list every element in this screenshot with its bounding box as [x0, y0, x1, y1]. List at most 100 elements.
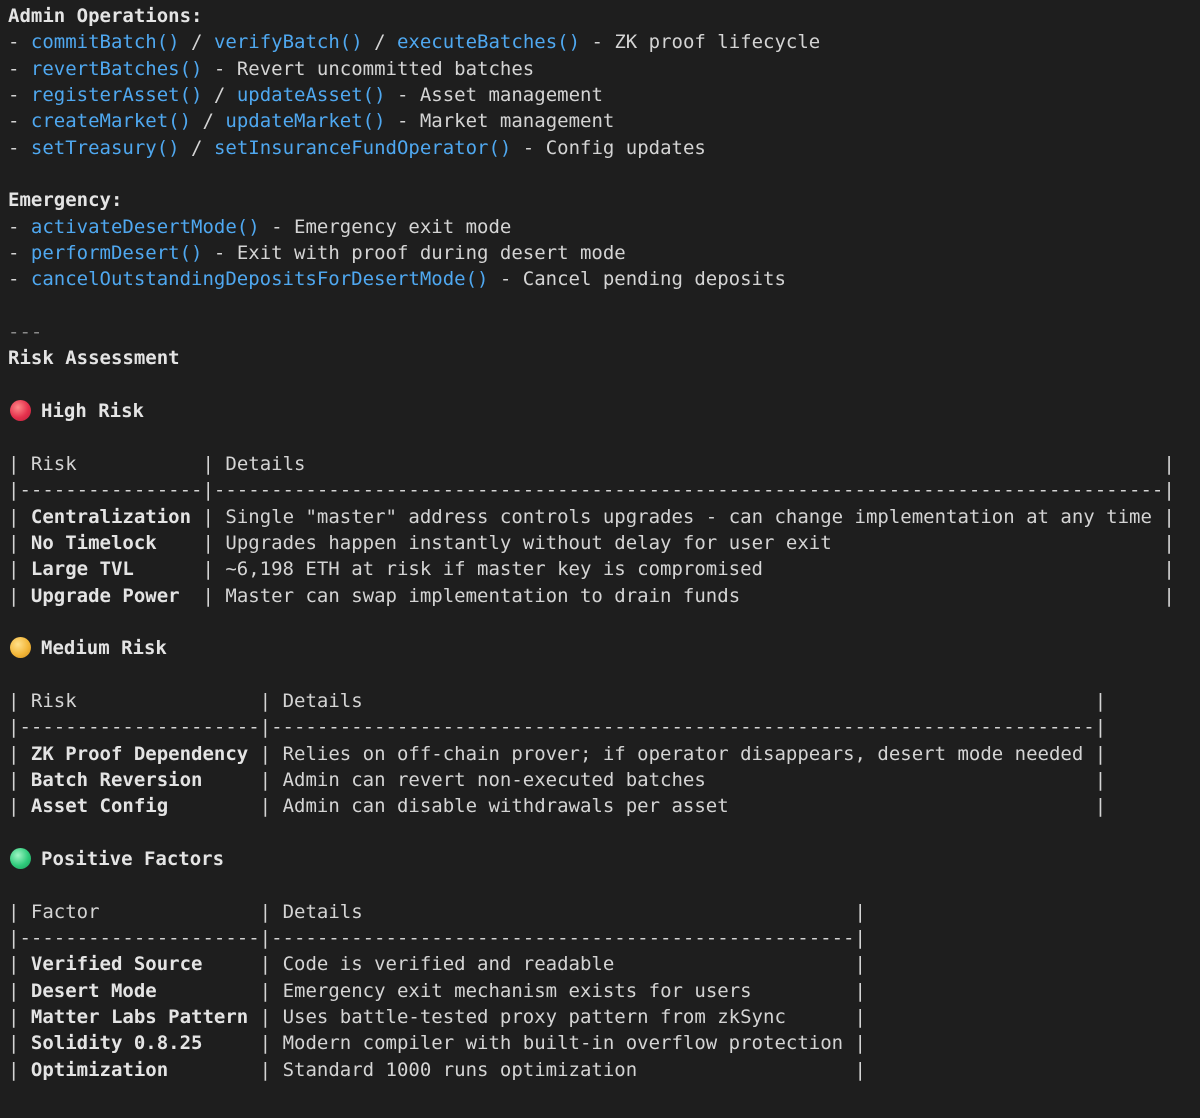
function-name: setInsuranceFundOperator() — [213, 136, 512, 159]
function-description: Market management — [419, 110, 615, 133]
admin-item: - commitBatch() / verifyBatch() / execut… — [8, 31, 821, 54]
table-row: | Large TVL | ~6,198 ETH at risk if mast… — [8, 558, 1175, 581]
emergency-item: - cancelOutstandingDepositsForDesertMode… — [8, 268, 786, 291]
function-description: Exit with proof during desert mode — [236, 242, 626, 265]
section-heading-emergency: Emergency: — [8, 187, 1200, 213]
table-cell-detail: Code is verified and readable — [282, 953, 615, 976]
table-cell-label: Centralization — [30, 505, 192, 528]
function-name: executeBatches() — [396, 31, 581, 54]
table-divider-row: |---------------------|-----------------… — [8, 716, 1107, 739]
table-cell-label: No Timelock — [30, 531, 157, 554]
table-cell-detail: Uses battle-tested proxy pattern from zk… — [282, 1006, 786, 1029]
function-name: performDesert() — [30, 242, 203, 265]
green-circle-icon — [10, 848, 31, 869]
risk-section-title: Medium Risk — [41, 637, 167, 660]
table-cell-label: Asset Config — [30, 795, 169, 818]
admin-item: - registerAsset() / updateAsset() - Asse… — [8, 84, 603, 107]
table-cell-detail: Modern compiler with built-in overflow p… — [282, 1032, 844, 1055]
table-cell-label: Upgrade Power — [30, 584, 180, 607]
red-circle-icon — [10, 400, 31, 422]
table-row: | Solidity 0.8.25 | Modern compiler with… — [8, 1032, 866, 1055]
separator: --- — [8, 319, 1200, 345]
table-cell-label: Matter Labs Pattern — [30, 1006, 249, 1029]
table-row: | Centralization | Single "master" addre… — [8, 505, 1175, 528]
table-row: | Desert Mode | Emergency exit mechanism… — [8, 979, 866, 1002]
table-header-row: | Factor | Details | — [8, 900, 866, 923]
table-cell-label: Optimization — [30, 1058, 169, 1081]
table-divider-row: |----------------|----------------------… — [8, 479, 1175, 502]
function-name: setTreasury() — [30, 136, 180, 159]
table-header-cell: Risk — [30, 689, 77, 712]
function-description: Cancel pending deposits — [522, 268, 786, 291]
function-name: activateDesertMode() — [30, 215, 260, 238]
table-cell-label: Solidity 0.8.25 — [30, 1032, 203, 1055]
function-description: Config updates — [545, 136, 706, 159]
function-name: createMarket() — [30, 110, 192, 133]
separator-rule: --- — [8, 321, 43, 344]
table-row: | Upgrade Power | Master can swap implem… — [8, 584, 1175, 607]
function-description: Emergency exit mode — [294, 215, 512, 238]
table-cell-detail: Admin can disable withdrawals per asset — [282, 795, 729, 818]
table-header-cell: Risk — [30, 452, 77, 475]
table-header-row: | Risk | Details | — [8, 452, 1175, 475]
risk-section-heading: Medium Risk — [8, 635, 1200, 661]
function-name: updateAsset() — [236, 84, 386, 107]
table-cell-label: Large TVL — [30, 558, 134, 581]
risk-section-title: Positive Factors — [41, 848, 225, 870]
table-row: | No Timelock | Upgrades happen instantl… — [8, 531, 1175, 554]
admin-item: - setTreasury() / setInsuranceFundOperat… — [8, 136, 706, 159]
function-description: ZK proof lifecycle — [614, 31, 821, 54]
risk-section-heading: High Risk — [8, 398, 1200, 424]
risk-assessment-heading: Risk Assessment — [8, 347, 180, 370]
emergency-item: - performDesert() - Exit with proof duri… — [8, 242, 626, 265]
risk-section-heading: Positive Factors — [8, 846, 1200, 872]
table-cell-detail: Emergency exit mechanism exists for user… — [282, 979, 752, 1002]
emergency-heading: Emergency: — [8, 189, 123, 212]
table-cell-label: Desert Mode — [30, 979, 157, 1002]
admin-item: - revertBatches() - Revert uncommitted b… — [8, 57, 535, 80]
table-cell-detail: Admin can revert non-executed batches — [282, 768, 706, 791]
table-row: | Verified Source | Code is verified and… — [8, 953, 866, 976]
table-header-cell: Details — [282, 689, 363, 712]
table-row: | Asset Config | Admin can disable withd… — [8, 795, 1107, 818]
risk-section-title: High Risk — [41, 400, 144, 423]
table-row: | ZK Proof Dependency | Relies on off-ch… — [8, 742, 1107, 765]
function-name: revertBatches() — [30, 57, 203, 80]
function-name: cancelOutstandingDepositsForDesertMode() — [30, 268, 489, 291]
admin-heading: Admin Operations: — [8, 5, 203, 27]
function-description: Asset management — [419, 84, 603, 107]
yellow-circle-icon — [10, 637, 31, 659]
table-header-cell: Details — [225, 452, 306, 475]
table-cell-detail: Standard 1000 runs optimization — [282, 1058, 638, 1081]
table-row: | Optimization | Standard 1000 runs opti… — [8, 1058, 866, 1081]
table-cell-detail: ~6,198 ETH at risk if master key is comp… — [225, 558, 763, 581]
section-heading-admin: Admin Operations: — [8, 3, 1200, 29]
risk-heading-line: Risk Assessment — [8, 345, 1200, 371]
table-cell-detail: Upgrades happen instantly without delay … — [225, 531, 832, 554]
table-cell-label: Batch Reversion — [30, 768, 203, 791]
function-description: Revert uncommitted batches — [236, 57, 535, 80]
table-header-cell: Details — [282, 900, 363, 923]
table-header-row: | Risk | Details | — [8, 689, 1107, 712]
terminal-output: Admin Operations: - commitBatch() / verif… — [8, 3, 1200, 1083]
table-divider-row: |---------------------|-----------------… — [8, 927, 866, 950]
function-name: verifyBatch() — [213, 31, 363, 54]
emergency-item: - activateDesertMode() - Emergency exit … — [8, 215, 512, 238]
table-row: | Matter Labs Pattern | Uses battle-test… — [8, 1006, 866, 1029]
function-name: commitBatch() — [30, 31, 180, 54]
table-header-cell: Factor — [30, 900, 100, 923]
table-cell-detail: Single "master" address controls upgrade… — [225, 505, 1152, 528]
function-name: registerAsset() — [30, 84, 203, 107]
function-name: updateMarket() — [225, 110, 386, 133]
table-cell-detail: Master can swap implementation to drain … — [225, 584, 741, 607]
table-cell-label: ZK Proof Dependency — [30, 742, 249, 765]
table-row: | Batch Reversion | Admin can revert non… — [8, 768, 1107, 791]
